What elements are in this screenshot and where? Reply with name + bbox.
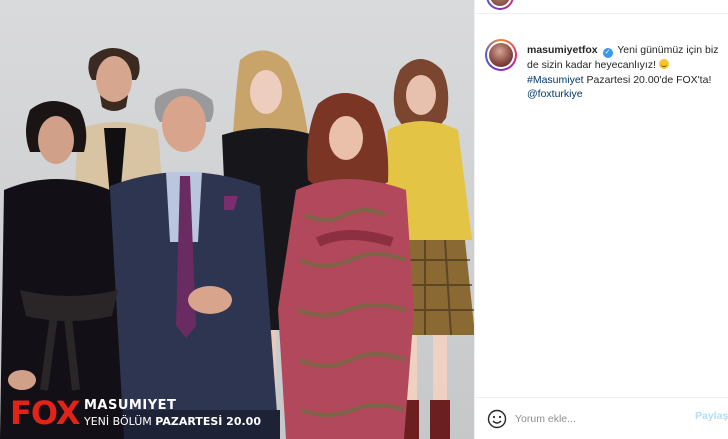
comment-input[interactable] [515, 410, 675, 428]
post-side-panel: masumiyetfox ✓ Yeni günümüz için biz de … [474, 0, 728, 439]
post-comment-button[interactable]: Paylaş [695, 410, 728, 422]
cast-photo-illustration [0, 48, 474, 439]
caption-avatar[interactable] [485, 39, 517, 71]
caption-text-2: Pazartesi 20.00'de FOX'ta! [586, 73, 712, 86]
caption-text: masumiyetfox ✓ Yeni günümüz için biz de … [527, 43, 723, 102]
show-title: MASUMIYET [84, 398, 177, 413]
hashtag-link[interactable]: #Masumiyet [527, 74, 584, 86]
caption-username[interactable]: masumiyetfox [527, 44, 598, 56]
add-comment-bar: Paylaş [475, 397, 728, 439]
show-banner: FOX MASUMIYET YENİ BÖLÜM PAZARTESİ 20.00 [0, 383, 474, 439]
mention-link[interactable]: @foxturkiye [527, 88, 583, 100]
show-schedule-time: PAZARTESİ 20.00 [155, 415, 261, 428]
header-avatar[interactable] [486, 0, 514, 10]
fox-logo: FOX [10, 394, 81, 432]
verified-badge-icon: ✓ [602, 48, 613, 58]
post-header [475, 0, 728, 14]
smiling-face-icon [658, 59, 669, 69]
smiley-icon[interactable] [487, 409, 507, 429]
show-schedule: YENİ BÖLÜM PAZARTESİ 20.00 [84, 415, 261, 428]
show-schedule-prefix: YENİ BÖLÜM [84, 415, 152, 428]
post-image[interactable]: FOX MASUMIYET YENİ BÖLÜM PAZARTESİ 20.00 [0, 0, 474, 439]
